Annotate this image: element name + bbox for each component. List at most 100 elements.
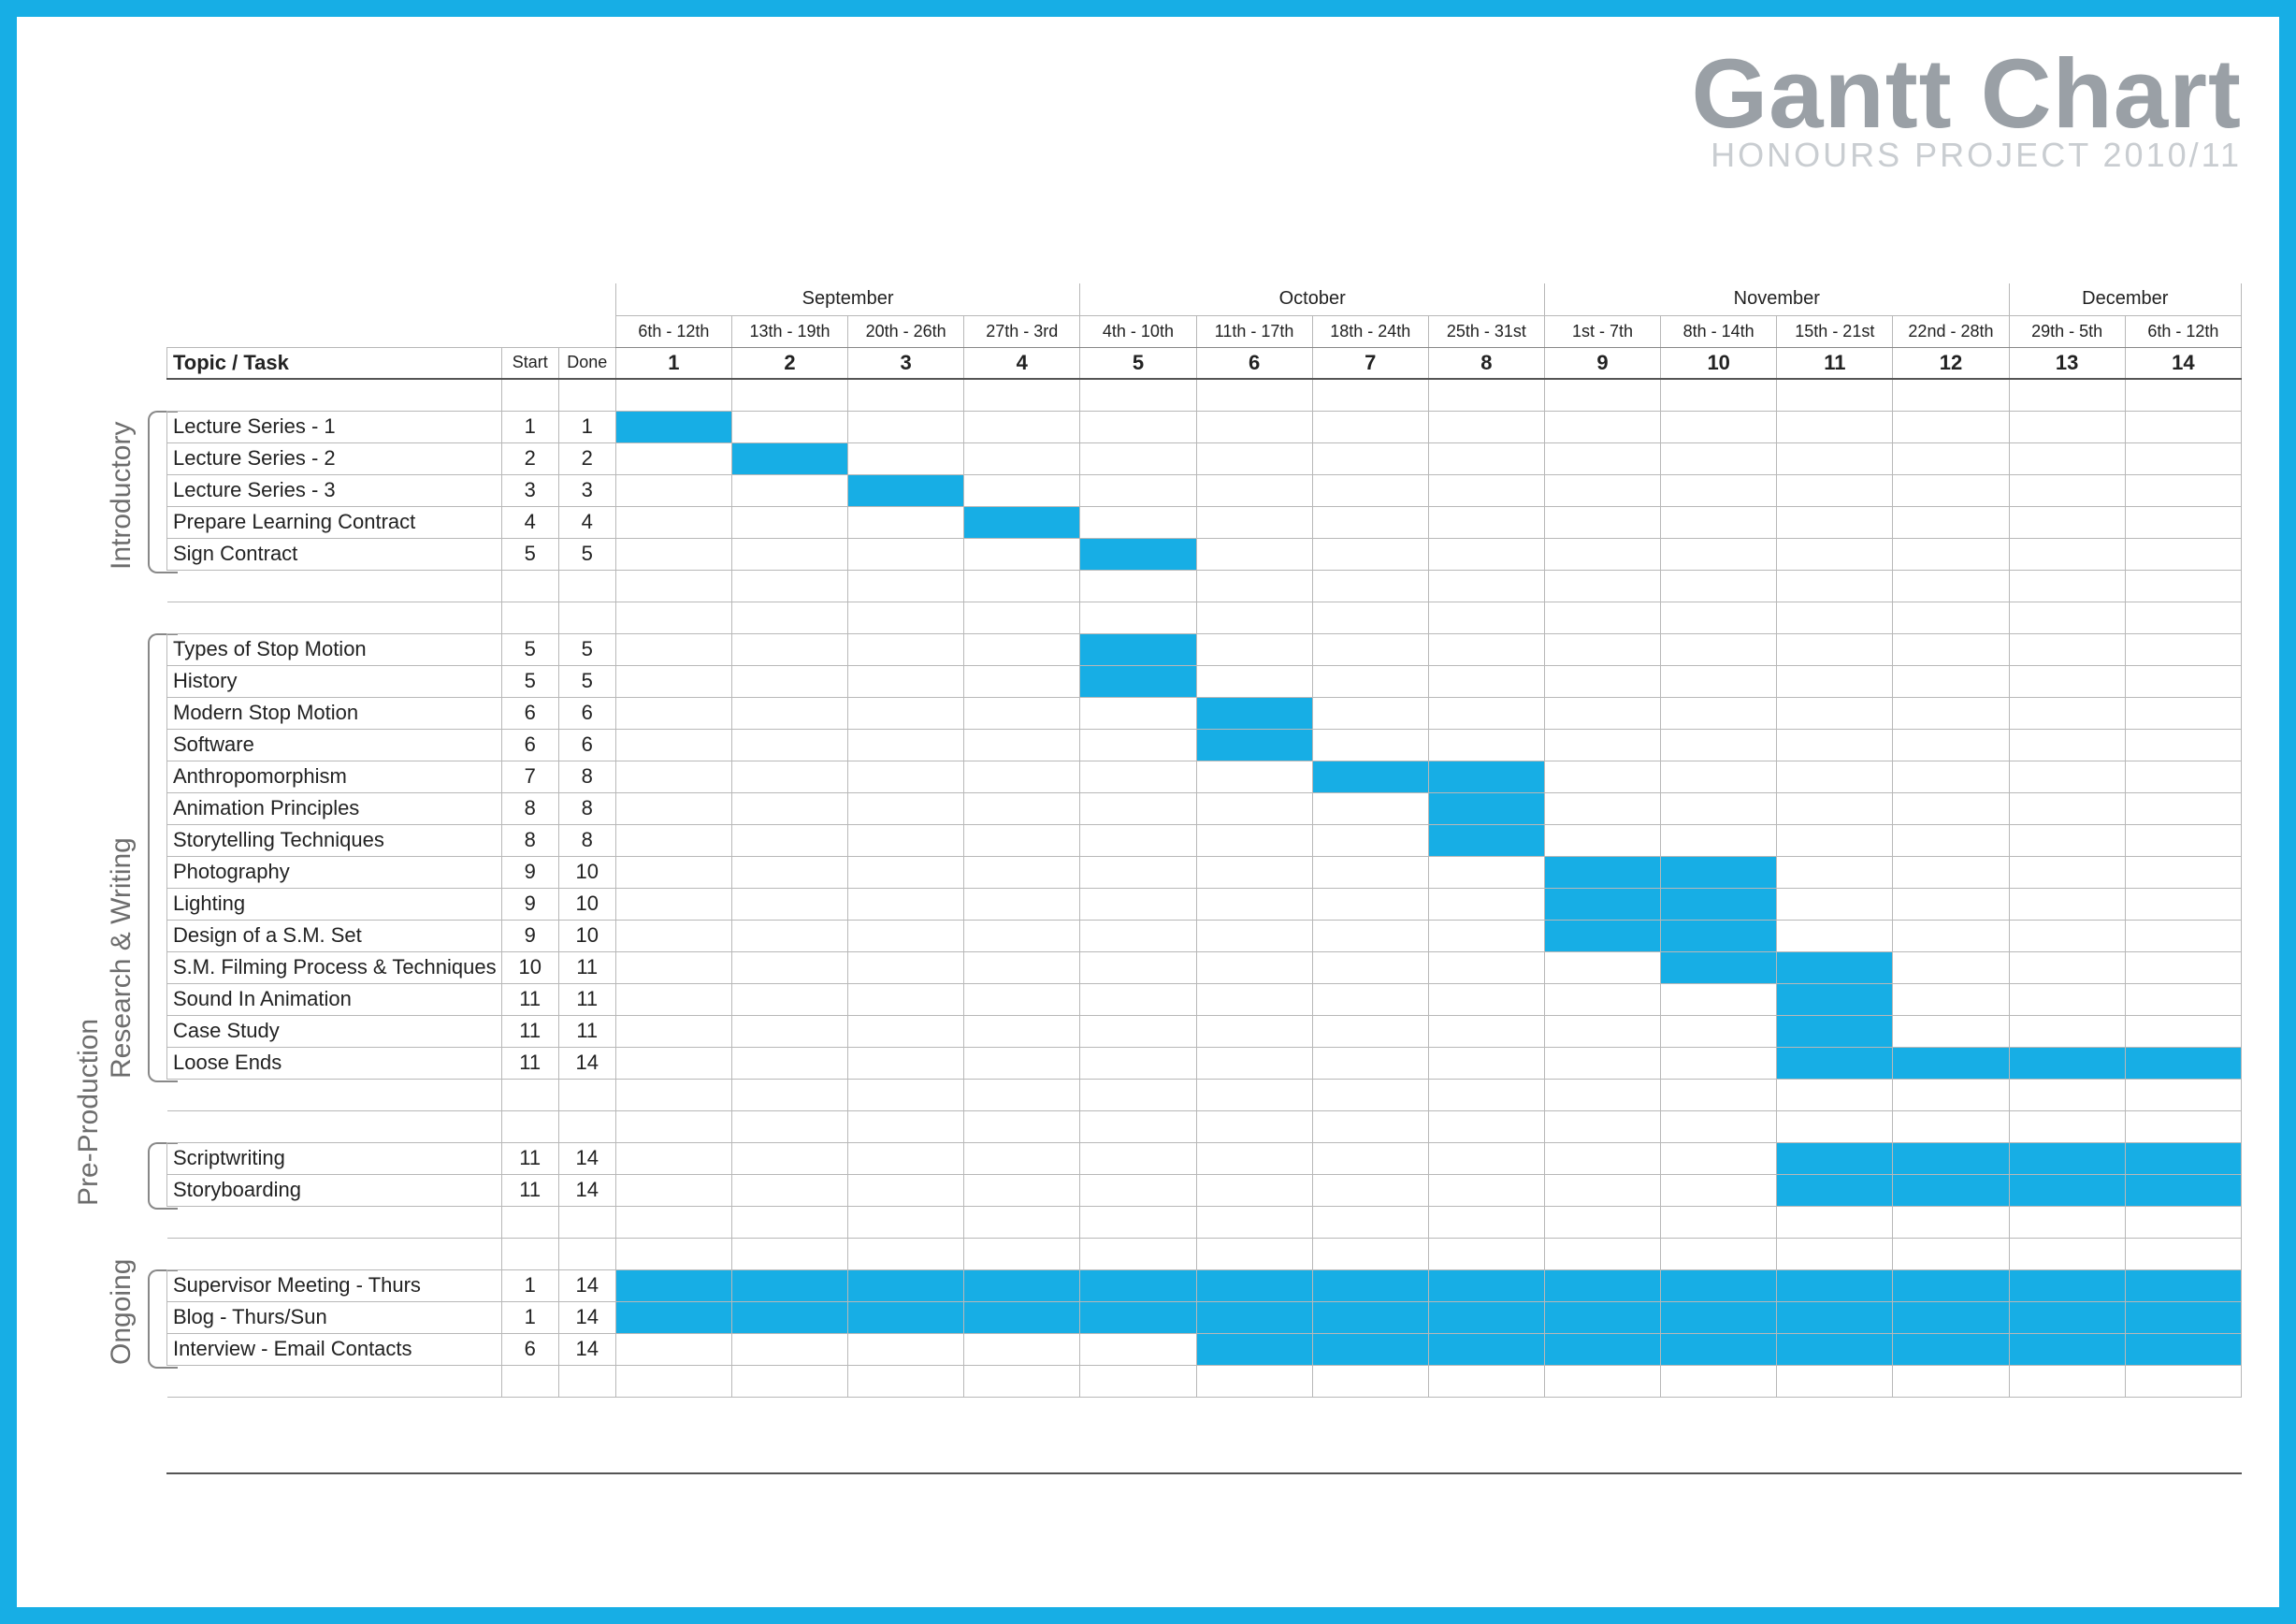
blank	[501, 1079, 558, 1110]
blank-task	[167, 1079, 502, 1110]
gantt-bar-segment	[1893, 1047, 2009, 1079]
cell	[1544, 538, 1660, 570]
gantt-bar-segment	[2009, 1047, 2125, 1079]
cell	[1544, 442, 1660, 474]
week-date-range: 29th - 5th	[2009, 315, 2125, 347]
cell	[1777, 824, 1893, 856]
gantt-bar-segment	[1544, 1333, 1660, 1365]
cell	[731, 1238, 847, 1269]
week-number: 3	[848, 347, 964, 379]
gantt-bar-segment	[1661, 951, 1777, 983]
cell	[731, 506, 847, 538]
gantt-bar-segment	[1312, 1269, 1428, 1301]
task-label: Animation Principles	[167, 792, 502, 824]
cell	[2125, 761, 2241, 792]
cell	[964, 792, 1080, 824]
week-date-range: 25th - 31st	[1428, 315, 1544, 347]
cell	[1777, 1238, 1893, 1269]
cell	[1428, 633, 1544, 665]
cell	[615, 729, 731, 761]
cell	[964, 538, 1080, 570]
cell	[2009, 697, 2125, 729]
cell	[1428, 602, 1544, 633]
cell	[2125, 1110, 2241, 1142]
cell	[2125, 538, 2241, 570]
task-label: Case Study	[167, 1015, 502, 1047]
cell	[1196, 1238, 1312, 1269]
task-done: 14	[558, 1047, 615, 1079]
cell	[1428, 1238, 1544, 1269]
cell	[615, 697, 731, 729]
cell	[1893, 761, 2009, 792]
cell	[731, 1174, 847, 1206]
cell	[1312, 411, 1428, 442]
task-done: 4	[558, 506, 615, 538]
cell	[1312, 442, 1428, 474]
cell	[1544, 570, 1660, 602]
cell	[1893, 538, 2009, 570]
title-block: Gantt Chart HONOURS PROJECT 2010/11	[1692, 45, 2243, 175]
cell	[731, 633, 847, 665]
gantt-bar-segment	[1777, 1015, 1893, 1047]
cell	[1312, 1015, 1428, 1047]
cell	[1777, 697, 1893, 729]
gantt-bar-segment	[731, 442, 847, 474]
gantt-bar-segment	[2125, 1301, 2241, 1333]
cell	[2125, 570, 2241, 602]
cell	[1777, 570, 1893, 602]
cell	[1312, 570, 1428, 602]
gantt-bar-segment	[2125, 1174, 2241, 1206]
cell	[1661, 538, 1777, 570]
cell	[964, 379, 1080, 411]
cell	[964, 665, 1080, 697]
task-start: 9	[501, 920, 558, 951]
cell	[615, 920, 731, 951]
cell	[615, 1015, 731, 1047]
week-date-range: 6th - 12th	[2125, 315, 2241, 347]
cell	[731, 1110, 847, 1142]
task-done: 5	[558, 633, 615, 665]
task-start: 8	[501, 792, 558, 824]
cell	[964, 697, 1080, 729]
task-start: 9	[501, 888, 558, 920]
task-start: 11	[501, 1047, 558, 1079]
cell	[2009, 1365, 2125, 1397]
task-done: 5	[558, 538, 615, 570]
gantt-bar-segment	[1893, 1269, 2009, 1301]
cell	[1428, 442, 1544, 474]
cell	[2009, 824, 2125, 856]
task-row: Anthropomorphism78	[167, 761, 2242, 792]
cell	[1893, 824, 2009, 856]
cell	[1080, 856, 1196, 888]
cell	[1544, 474, 1660, 506]
gantt-bar-segment	[1777, 1174, 1893, 1206]
week-number: 5	[1080, 347, 1196, 379]
gantt-bar-segment	[1544, 888, 1660, 920]
cell	[848, 729, 964, 761]
task-label: Modern Stop Motion	[167, 697, 502, 729]
cell	[1312, 983, 1428, 1015]
cell	[848, 920, 964, 951]
gantt-bar-segment	[1080, 665, 1196, 697]
cell	[964, 633, 1080, 665]
cell	[615, 1333, 731, 1365]
cell	[1661, 1079, 1777, 1110]
cell	[1428, 1142, 1544, 1174]
task-label: Lecture Series - 1	[167, 411, 502, 442]
cell	[1080, 1174, 1196, 1206]
cell	[964, 1015, 1080, 1047]
gantt-bar-segment	[2009, 1333, 2125, 1365]
cell	[1893, 856, 2009, 888]
task-label: Loose Ends	[167, 1047, 502, 1079]
cell	[1661, 665, 1777, 697]
cell	[1080, 824, 1196, 856]
cell	[1196, 1206, 1312, 1238]
week-number: 8	[1428, 347, 1544, 379]
cell	[731, 761, 847, 792]
cell	[964, 1142, 1080, 1174]
cell	[1893, 792, 2009, 824]
cell	[1777, 1365, 1893, 1397]
cell	[731, 570, 847, 602]
cell	[848, 1333, 964, 1365]
cell	[1080, 920, 1196, 951]
